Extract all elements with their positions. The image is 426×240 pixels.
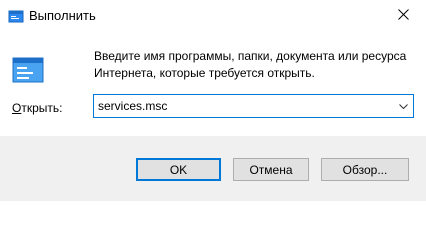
dialog-body: Введите имя программы, папки, документа …: [0, 31, 426, 136]
run-icon: [8, 8, 24, 24]
chevron-down-icon: [398, 99, 408, 113]
run-program-icon: [12, 54, 44, 86]
close-button[interactable]: [380, 0, 426, 31]
title-bar: Выполнить: [0, 0, 426, 31]
button-bar: OK Отмена Обзор...: [0, 136, 426, 201]
open-label-access-key: О: [12, 101, 22, 115]
ok-button[interactable]: OK: [136, 158, 221, 181]
command-combobox[interactable]: services.msc: [93, 94, 414, 118]
browse-button[interactable]: Обзор...: [321, 158, 409, 181]
close-icon: [397, 8, 409, 23]
window-title: Выполнить: [29, 8, 96, 23]
open-label-text: ткрыть:: [21, 101, 63, 115]
command-input[interactable]: services.msc: [98, 99, 167, 113]
dropdown-button[interactable]: [393, 95, 413, 117]
instruction-text: Введите имя программы, папки, документа …: [94, 49, 407, 80]
cancel-button[interactable]: Отмена: [233, 158, 309, 181]
open-label: Открыть:: [12, 101, 62, 115]
